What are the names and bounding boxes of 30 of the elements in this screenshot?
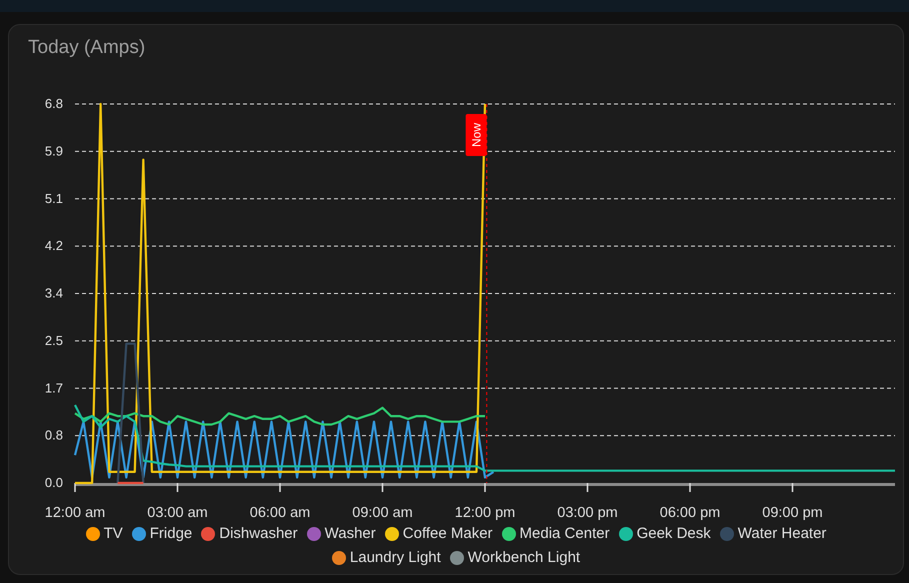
legend-label[interactable]: Coffee Maker xyxy=(402,523,493,545)
y-tick-label: 3.4 xyxy=(44,286,63,300)
ref-line-label: Now xyxy=(470,122,484,148)
legend-label[interactable]: Geek Desk xyxy=(636,523,711,545)
y-tick-label: 2.5 xyxy=(44,332,63,348)
x-tick-label: 09:00 pm xyxy=(762,505,823,521)
legend-label[interactable]: Water Heater xyxy=(738,523,826,545)
y-tick-label: 0.0 xyxy=(44,475,63,490)
legend-label[interactable]: Fridge xyxy=(150,523,192,545)
x-tick-label: 03:00 am xyxy=(147,505,208,521)
y-tick-label: 4.2 xyxy=(44,238,63,254)
legend-label[interactable]: Laundry Light xyxy=(350,547,441,569)
x-tick-label: 12:00 am xyxy=(44,505,106,521)
legend-label[interactable]: Workbench Light xyxy=(468,547,580,569)
legend-label[interactable]: Dishwasher xyxy=(219,523,298,545)
x-tick-label: 03:00 pm xyxy=(557,505,618,521)
now-marker: Now xyxy=(466,114,487,156)
x-tick-label: 12:00 pm xyxy=(454,505,516,521)
card-title: Today (Amps) xyxy=(28,36,146,60)
y-tick-label: 6.8 xyxy=(44,96,63,111)
x-tick-label: 06:00 am xyxy=(250,505,310,521)
y-tick-label: 5.1 xyxy=(44,190,63,206)
y-tick-label: 1.7 xyxy=(44,380,63,396)
x-tick-label: 06:00 pm xyxy=(660,505,720,521)
legend-label[interactable]: TV xyxy=(104,523,123,545)
y-tick-label: 5.9 xyxy=(44,143,63,158)
legend-label[interactable]: Washer xyxy=(324,523,376,545)
x-tick-label: 09:00 am xyxy=(352,505,413,521)
y-tick-label: 0.8 xyxy=(44,428,63,443)
legend-label[interactable]: Media Center xyxy=(520,523,610,545)
